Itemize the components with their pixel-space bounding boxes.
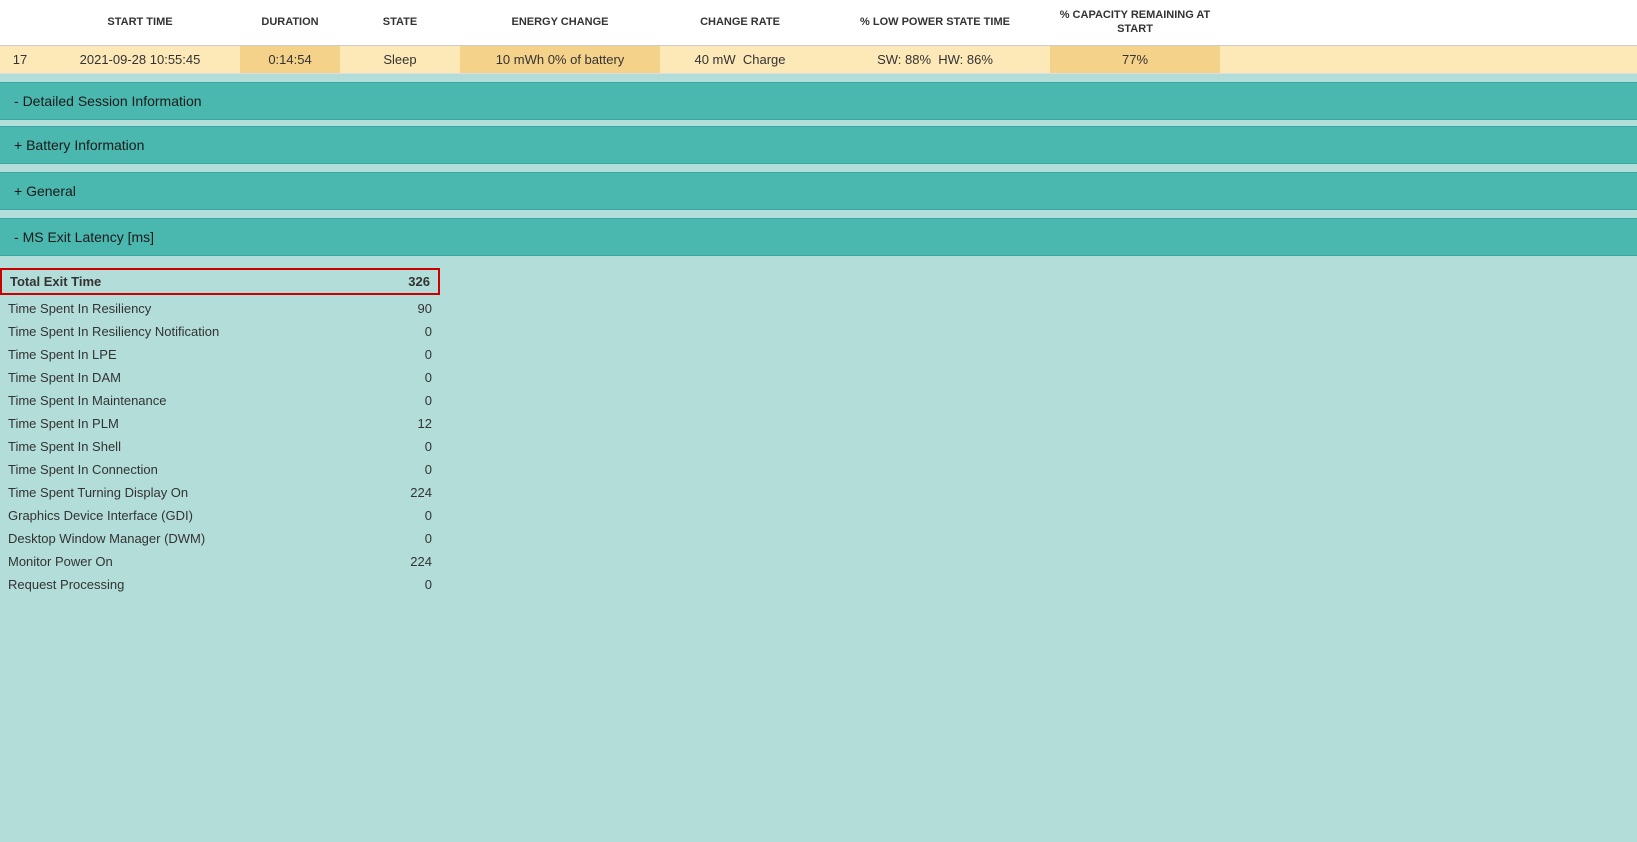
ms-exit-row-5: Time Spent In Maintenance0 — [0, 389, 440, 412]
ms-exit-label-1: Time Spent In Resiliency — [8, 301, 372, 316]
table-row: 17 2021-09-28 10:55:45 0:14:54 Sleep 10 … — [0, 46, 1637, 74]
ms-exit-label-11: Desktop Window Manager (DWM) — [8, 531, 372, 546]
table-header: START TIME DURATION STATE ENERGY CHANGE … — [0, 0, 1637, 46]
divider-2 — [0, 210, 1637, 218]
ms-exit-value-12: 224 — [372, 554, 432, 569]
ms-exit-value-4: 0 — [372, 370, 432, 385]
section-general-prefix: + — [14, 183, 26, 199]
ms-exit-value-1: 90 — [372, 301, 432, 316]
ms-exit-row-6: Time Spent In PLM12 — [0, 412, 440, 435]
section-general-label: General — [26, 183, 76, 199]
section-detailed-session[interactable]: - Detailed Session Information — [0, 82, 1637, 120]
ms-exit-row-4: Time Spent In DAM0 — [0, 366, 440, 389]
ms-exit-value-2: 0 — [372, 324, 432, 339]
col-change-rate: CHANGE RATE — [660, 0, 820, 45]
ms-exit-label-9: Time Spent Turning Display On — [8, 485, 372, 500]
ms-exit-value-13: 0 — [372, 577, 432, 592]
cell-start-time: 2021-09-28 10:55:45 — [40, 46, 240, 73]
col-duration: DURATION — [240, 0, 340, 45]
ms-exit-value-7: 0 — [372, 439, 432, 454]
ms-exit-value-6: 12 — [372, 416, 432, 431]
col-capacity-remaining: % CAPACITY REMAINING AT START — [1050, 0, 1220, 45]
section-general[interactable]: + General — [0, 172, 1637, 210]
ms-exit-value-3: 0 — [372, 347, 432, 362]
ms-exit-row-0: Total Exit Time326 — [0, 268, 440, 295]
section-ms-exit-latency-prefix: - — [14, 229, 23, 245]
ms-exit-label-3: Time Spent In LPE — [8, 347, 372, 362]
ms-exit-label-5: Time Spent In Maintenance — [8, 393, 372, 408]
section-detailed-session-prefix: - — [14, 93, 23, 109]
ms-exit-row-8: Time Spent In Connection0 — [0, 458, 440, 481]
ms-exit-row-2: Time Spent In Resiliency Notification0 — [0, 320, 440, 343]
col-low-power-state-time: % LOW POWER STATE TIME — [820, 0, 1050, 45]
section-battery-info[interactable]: + Battery Information — [0, 126, 1637, 164]
ms-exit-row-3: Time Spent In LPE0 — [0, 343, 440, 366]
ms-exit-value-11: 0 — [372, 531, 432, 546]
col-start-time: START TIME — [40, 0, 240, 45]
ms-exit-row-13: Request Processing0 — [0, 573, 440, 596]
ms-exit-row-11: Desktop Window Manager (DWM)0 — [0, 527, 440, 550]
cell-low-power-state-time: SW: 88% HW: 86% — [820, 46, 1050, 73]
cell-capacity: 77% — [1050, 46, 1220, 73]
section-battery-info-label: Battery Information — [26, 137, 144, 153]
ms-exit-label-4: Time Spent In DAM — [8, 370, 372, 385]
ms-exit-row-1: Time Spent In Resiliency90 — [0, 297, 440, 320]
ms-exit-label-7: Time Spent In Shell — [8, 439, 372, 454]
col-num — [0, 0, 40, 45]
ms-exit-value-0: 326 — [370, 274, 430, 289]
cell-change-rate: 40 mW Charge — [660, 46, 820, 73]
ms-exit-label-12: Monitor Power On — [8, 554, 372, 569]
ms-exit-label-2: Time Spent In Resiliency Notification — [8, 324, 372, 339]
ms-exit-row-12: Monitor Power On224 — [0, 550, 440, 573]
ms-exit-row-9: Time Spent Turning Display On224 — [0, 481, 440, 504]
section-detailed-session-label: Detailed Session Information — [23, 93, 202, 109]
ms-exit-row-10: Graphics Device Interface (GDI)0 — [0, 504, 440, 527]
cell-energy-change: 10 mWh 0% of battery — [460, 46, 660, 73]
ms-exit-label-6: Time Spent In PLM — [8, 416, 372, 431]
section-ms-exit-latency[interactable]: - MS Exit Latency [ms] — [0, 218, 1637, 256]
ms-exit-content: Total Exit Time326Time Spent In Resilien… — [0, 256, 1637, 606]
ms-exit-table: Total Exit Time326Time Spent In Resilien… — [0, 268, 440, 596]
cell-duration: 0:14:54 — [240, 46, 340, 73]
col-energy-change: ENERGY CHANGE — [460, 0, 660, 45]
ms-exit-value-9: 224 — [372, 485, 432, 500]
ms-exit-label-13: Request Processing — [8, 577, 372, 592]
section-battery-info-prefix: + — [14, 137, 26, 153]
ms-exit-value-10: 0 — [372, 508, 432, 523]
ms-exit-label-10: Graphics Device Interface (GDI) — [8, 508, 372, 523]
ms-exit-value-8: 0 — [372, 462, 432, 477]
ms-exit-value-5: 0 — [372, 393, 432, 408]
ms-exit-row-7: Time Spent In Shell0 — [0, 435, 440, 458]
cell-state: Sleep — [340, 46, 460, 73]
ms-exit-label-0: Total Exit Time — [10, 274, 370, 289]
section-ms-exit-latency-label: MS Exit Latency [ms] — [23, 229, 154, 245]
cell-num: 17 — [0, 46, 40, 73]
divider-1 — [0, 164, 1637, 172]
col-state: STATE — [340, 0, 460, 45]
ms-exit-label-8: Time Spent In Connection — [8, 462, 372, 477]
